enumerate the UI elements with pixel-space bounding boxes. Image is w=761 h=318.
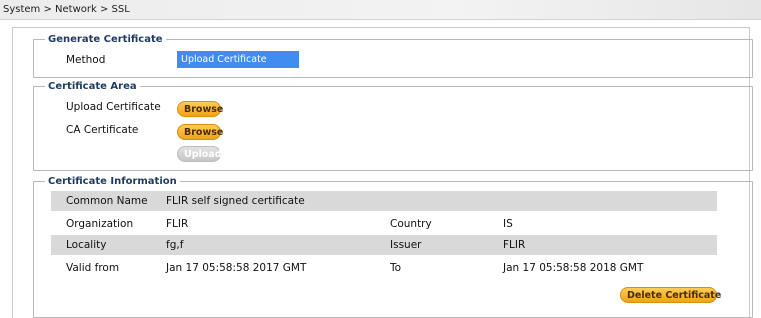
upload-certificate-browse-button[interactable]: Browse — [177, 101, 223, 117]
certificate-information-legend: Certificate Information — [48, 176, 177, 187]
method-select[interactable]: Upload Certificate — [177, 51, 299, 68]
common-name-value: FLIR self signed certificate — [166, 195, 305, 207]
certificate-area-section: Certificate Area — [33, 81, 753, 171]
valid-to-value: Jan 17 05:58:58 2018 GMT — [503, 262, 644, 274]
top-bar: System > Network > SSL — [0, 0, 761, 20]
valid-from-value: Jan 17 05:58:58 2017 GMT — [166, 262, 307, 274]
ca-certificate-label: CA Certificate — [66, 124, 139, 136]
ca-certificate-browse-button[interactable]: Browse — [177, 124, 223, 140]
organization-value: FLIR — [166, 218, 189, 230]
valid-from-label: Valid from — [66, 262, 120, 274]
generate-certificate-legend: Generate Certificate — [48, 34, 163, 45]
breadcrumb: System > Network > SSL — [3, 4, 130, 15]
delete-certificate-button[interactable]: Delete Certificate — [620, 287, 721, 303]
generate-certificate-section: Generate Certificate — [33, 34, 753, 78]
valid-to-label: To — [390, 262, 402, 274]
certificate-area-legend: Certificate Area — [48, 81, 137, 92]
country-label: Country — [390, 218, 432, 230]
upload-button[interactable]: Upload — [177, 146, 222, 162]
locality-label: Locality — [66, 239, 107, 251]
issuer-value: FLIR — [503, 239, 526, 251]
upload-certificate-label: Upload Certificate — [66, 101, 161, 113]
locality-value: fg,f — [166, 239, 184, 251]
country-value: IS — [503, 218, 513, 230]
info-row-locality: Locality fg,f Issuer FLIR — [51, 235, 717, 255]
info-row-validity: Valid from Jan 17 05:58:58 2017 GMT To J… — [51, 258, 717, 278]
info-row-organization: Organization FLIR Country IS — [51, 214, 717, 234]
organization-label: Organization — [66, 218, 134, 230]
method-label: Method — [66, 54, 106, 66]
issuer-label: Issuer — [390, 239, 422, 251]
common-name-label: Common Name — [66, 195, 148, 207]
info-row-common-name: Common Name FLIR self signed certificate — [51, 191, 717, 211]
